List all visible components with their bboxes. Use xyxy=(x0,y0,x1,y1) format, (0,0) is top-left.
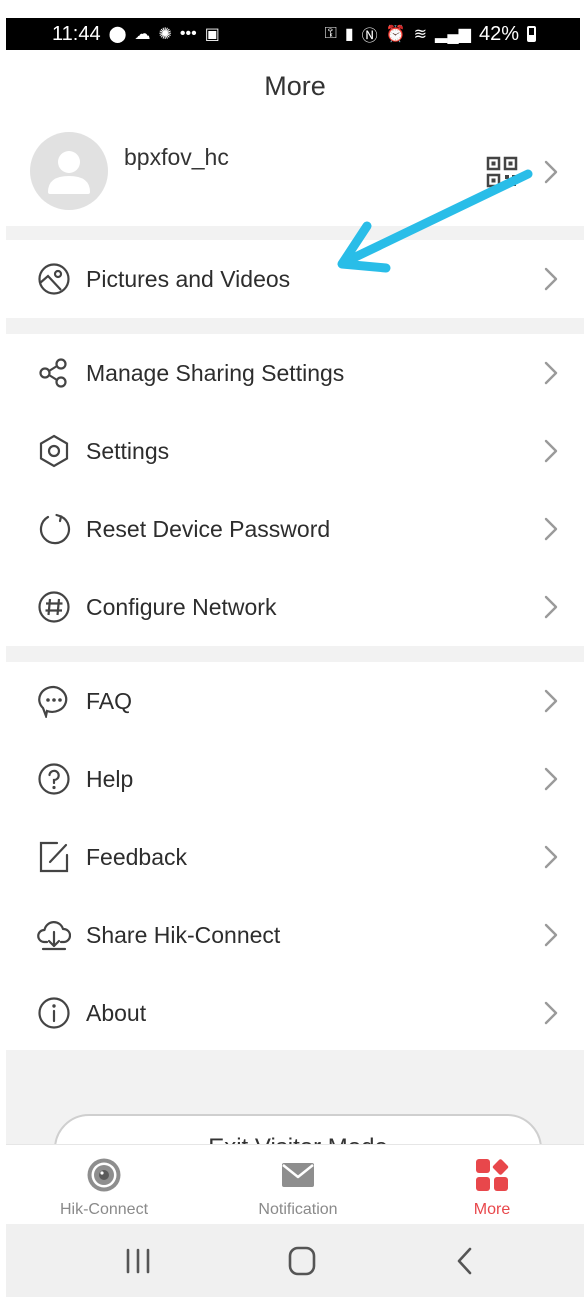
menu-item-share-hik-connect[interactable]: Share Hik-Connect xyxy=(6,896,584,974)
network-icon xyxy=(36,589,72,625)
tab-label: Hik-Connect xyxy=(59,1201,149,1218)
tab-label: Notification xyxy=(258,1201,338,1218)
section-divider xyxy=(6,646,584,662)
gallery-icon: ▣ xyxy=(204,26,220,43)
alarm-icon: ⏰ xyxy=(385,26,406,43)
menu-item-label: Settings xyxy=(86,437,170,464)
page-title: More xyxy=(264,70,326,101)
menu-item-configure-network[interactable]: Configure Network xyxy=(6,568,584,646)
menu-item-faq[interactable]: FAQ xyxy=(6,662,584,740)
cloud-download-icon xyxy=(36,917,72,953)
bottom-tab-bar: Hik-Connect Notification More xyxy=(6,1144,584,1224)
cloud-icon: ☁ xyxy=(134,26,151,43)
settings-icon xyxy=(36,433,72,469)
status-left: 11:44 ⬤ ☁ ✺ ••• ▣ xyxy=(52,23,220,46)
menu-item-label: Feedback xyxy=(86,843,188,870)
battery-icon xyxy=(527,26,536,42)
menu-item-label: Manage Sharing Settings xyxy=(86,359,345,386)
menu-item-label: Configure Network xyxy=(86,593,277,620)
app-notification-icon: ⬤ xyxy=(108,26,127,43)
chevron-right-icon xyxy=(544,845,558,869)
status-right: ⚿ ▮ Ⓝ ⏰ ≋ ▂▄▆ 42% xyxy=(325,22,536,46)
qr-code-icon[interactable] xyxy=(486,156,518,188)
chevron-right-icon xyxy=(544,267,558,291)
envelope-icon xyxy=(282,1163,314,1187)
chevron-right-icon xyxy=(544,595,558,619)
status-bar: 11:44 ⬤ ☁ ✺ ••• ▣ ⚿ ▮ Ⓝ ⏰ ≋ ▂▄▆ 42% xyxy=(6,18,580,50)
nfc-icon: Ⓝ xyxy=(361,28,378,45)
apps-icon xyxy=(476,1159,509,1191)
share-icon xyxy=(36,355,72,391)
menu-item-label: Help xyxy=(86,765,134,792)
chevron-right-icon xyxy=(544,767,558,791)
section-divider xyxy=(6,318,584,334)
camera-icon xyxy=(87,1158,121,1192)
key-icon: ⚿ xyxy=(324,25,337,42)
menu-item-label: Share Hik-Connect xyxy=(86,921,281,948)
signal-icon: ▂▄▆ xyxy=(435,26,471,43)
menu-item-label: Reset Device Password xyxy=(86,515,331,542)
menu-item-label: Pictures and Videos xyxy=(86,265,291,292)
tab-more[interactable]: More xyxy=(396,1145,584,1225)
info-icon xyxy=(36,995,72,1031)
profile-row[interactable]: bpxfov_hc xyxy=(6,122,584,226)
avatar[interactable] xyxy=(30,132,108,210)
chevron-right-icon xyxy=(544,439,558,463)
help-icon xyxy=(36,761,72,797)
menu-item-about[interactable]: About xyxy=(6,974,584,1052)
recent-apps-icon[interactable] xyxy=(118,1244,158,1278)
menu-item-help[interactable]: Help xyxy=(6,740,584,818)
chevron-right-icon xyxy=(544,1001,558,1025)
wifi-icon: ≋ xyxy=(413,26,428,43)
chevron-right-icon xyxy=(544,923,558,947)
back-icon[interactable] xyxy=(446,1244,486,1278)
tab-label: More xyxy=(473,1201,511,1218)
menu-item-settings[interactable]: Settings xyxy=(6,412,584,490)
exit-visitor-mode-label: Exit Visitor Mode xyxy=(208,1134,388,1144)
image-icon xyxy=(36,261,72,297)
menu-item-pictures-and-videos[interactable]: Pictures and Videos xyxy=(6,240,584,318)
chevron-right-icon xyxy=(544,361,558,385)
tab-notification[interactable]: Notification xyxy=(202,1145,394,1225)
menu-item-feedback[interactable]: Feedback xyxy=(6,818,584,896)
chevron-right-icon xyxy=(544,160,558,184)
sun-icon: ✺ xyxy=(158,26,172,43)
menu-item-label: FAQ xyxy=(86,687,133,714)
chevron-right-icon xyxy=(544,517,558,541)
chevron-right-icon xyxy=(544,689,558,713)
battery-percent: 42% xyxy=(478,22,519,45)
more-notifications-icon: ••• xyxy=(179,25,197,42)
menu-item-label: About xyxy=(86,999,147,1026)
tab-hik-connect[interactable]: Hik-Connect xyxy=(8,1145,200,1225)
system-navigation-bar xyxy=(6,1224,584,1297)
faq-icon xyxy=(36,683,72,719)
reset-icon xyxy=(36,511,72,547)
exit-visitor-mode-button[interactable]: Exit Visitor Mode xyxy=(54,1114,542,1144)
status-time: 11:44 xyxy=(52,22,101,45)
menu-item-reset-device-password[interactable]: Reset Device Password xyxy=(6,490,584,568)
username: bpxfov_hc xyxy=(124,144,229,170)
feedback-icon xyxy=(36,839,72,875)
page-header: More xyxy=(6,50,584,122)
bottom-gray-area: Exit Visitor Mode xyxy=(6,1050,584,1144)
battery-saver-icon: ▮ xyxy=(344,26,354,43)
menu-item-manage-sharing-settings[interactable]: Manage Sharing Settings xyxy=(6,334,584,412)
section-divider xyxy=(6,226,584,240)
home-icon[interactable] xyxy=(282,1244,322,1278)
